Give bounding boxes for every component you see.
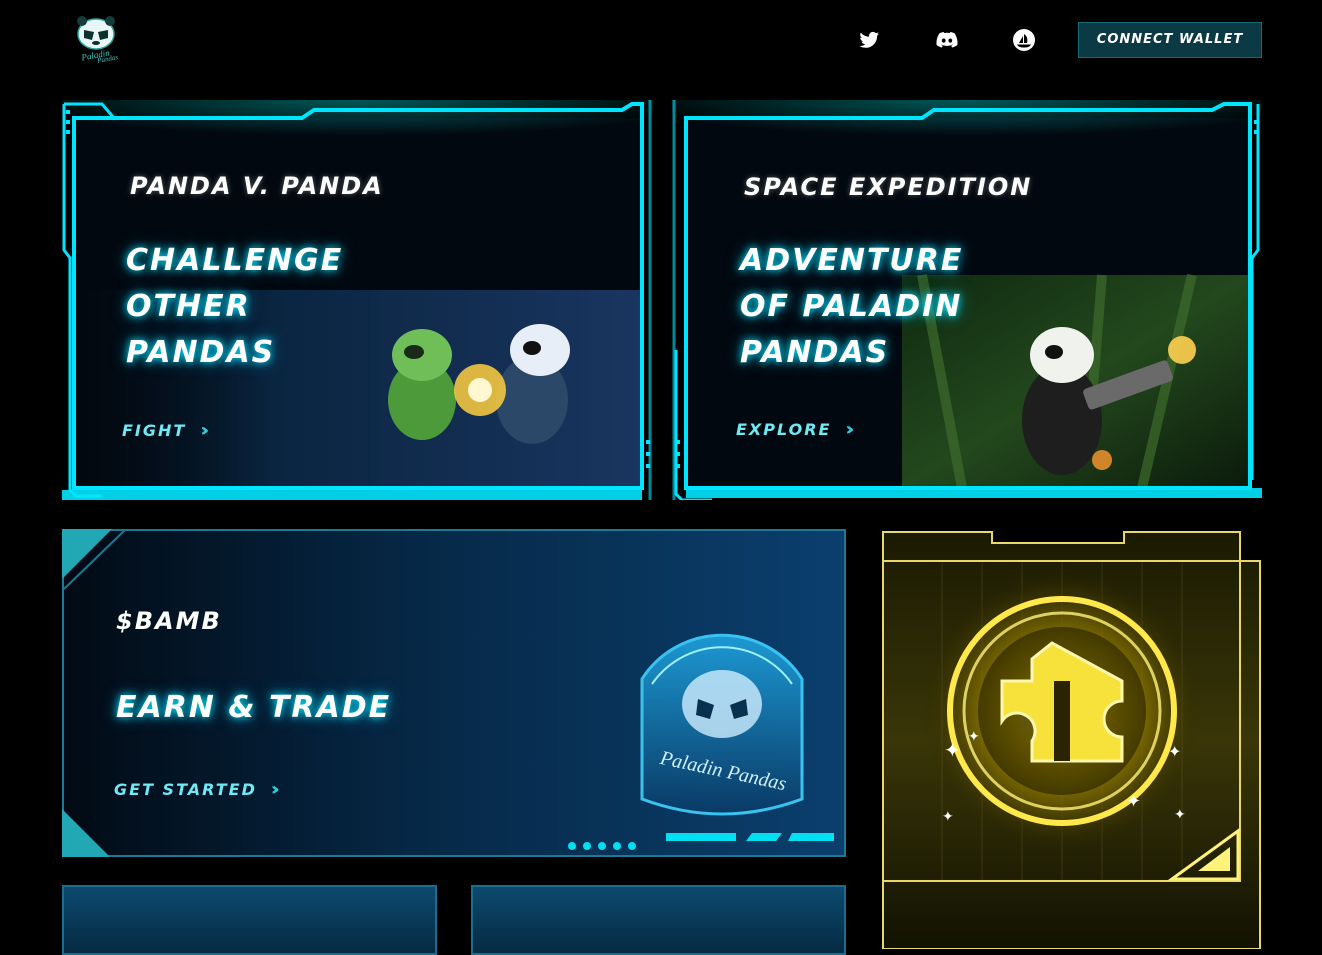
sparkle-icon: ✦ [1174, 807, 1186, 823]
chevron-right-icon: ›› [845, 419, 854, 440]
card-headline: ADVENTURE OF PALADIN PANDAS [740, 238, 963, 376]
hud-frame: ✦ ✦ ✦ ✦ ✦ ✦ [882, 531, 1262, 949]
card-title: PANDA V. PANDA [130, 172, 384, 200]
carousel-dot[interactable] [583, 842, 591, 850]
card-title: SPACE EXPEDITION [744, 173, 1033, 201]
chevron-right-icon: ›› [200, 420, 209, 441]
twitter-link[interactable] [857, 28, 881, 52]
logo[interactable]: Paladin Pandas [68, 14, 124, 65]
headline-line: CHALLENGE [126, 243, 344, 278]
twitter-icon [859, 31, 879, 48]
card-title: $BAMB [116, 607, 222, 635]
cta-label: GET STARTED [114, 780, 257, 799]
explore-link[interactable]: EXPLORE ›› [736, 419, 854, 440]
bottom-card-left[interactable] [62, 885, 437, 955]
sparkle-icon: ✦ [1126, 791, 1141, 812]
panda-logo-icon: Paladin Pandas [77, 16, 119, 65]
carousel-dot[interactable] [613, 842, 621, 850]
headline-line: OF PALADIN [740, 289, 963, 324]
carousel-dot[interactable] [598, 842, 606, 850]
connect-wallet-button[interactable]: CONNECT WALLET [1078, 22, 1262, 58]
cta-label: EXPLORE [736, 420, 832, 439]
ticket-card[interactable]: ✦ ✦ ✦ ✦ ✦ ✦ [882, 531, 1262, 949]
bamb-card[interactable]: Paladin Pandas $BAMB EARN & TRADE GET ST… [62, 529, 846, 857]
sparkle-icon: ✦ [1168, 742, 1181, 761]
discord-icon [936, 32, 958, 48]
cta-label: FIGHT [122, 421, 187, 440]
discord-link[interactable] [935, 28, 959, 52]
card-headline: CHALLENGE OTHER PANDAS [126, 238, 343, 376]
pvp-card[interactable]: PANDA V. PANDA CHALLENGE OTHER PANDAS FI… [62, 100, 654, 500]
headline-line: PANDAS [740, 335, 890, 370]
headline-line: OTHER [126, 289, 251, 324]
headline-line: PANDAS [126, 335, 276, 370]
opensea-icon [1013, 29, 1035, 51]
carousel-dot[interactable] [568, 842, 576, 850]
carousel-dots [568, 835, 643, 854]
sparkle-icon: ✦ [968, 729, 980, 745]
chevron-right-icon: ›› [270, 779, 280, 800]
sparkle-icon: ✦ [944, 738, 961, 762]
get-started-link[interactable]: GET STARTED ›› [114, 779, 280, 800]
card-headline: EARN & TRADE [116, 690, 392, 725]
sparkle-icon: ✦ [942, 809, 954, 825]
opensea-link[interactable] [1012, 28, 1036, 52]
headline-line: ADVENTURE [740, 243, 964, 278]
space-card[interactable]: SPACE EXPEDITION ADVENTURE OF PALADIN PA… [672, 100, 1262, 500]
carousel-dot[interactable] [628, 842, 636, 850]
bottom-card-right[interactable] [471, 885, 846, 955]
fight-link[interactable]: FIGHT ›› [122, 420, 209, 441]
